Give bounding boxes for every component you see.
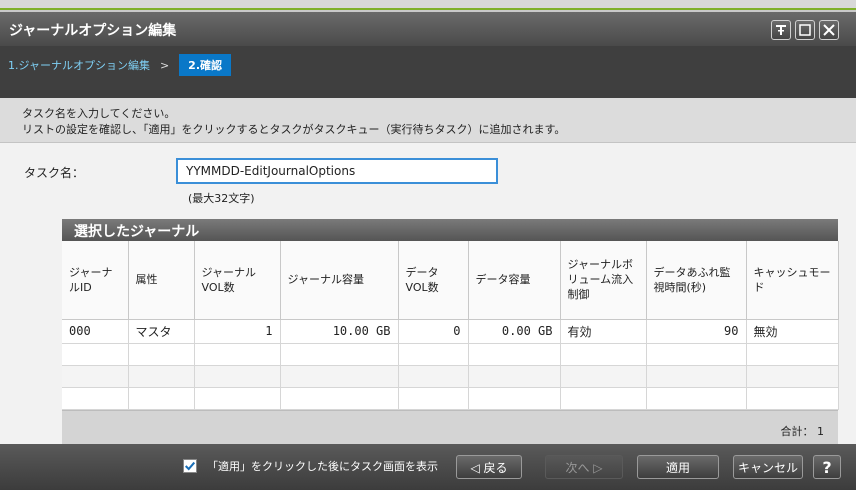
col-header-attribute[interactable]: 属性 bbox=[128, 241, 195, 320]
col-header-journal-id[interactable]: ジャーナルID bbox=[62, 241, 129, 320]
cell-overflow-watch-time: 90 bbox=[646, 319, 747, 344]
cell-attribute: マスタ bbox=[128, 319, 195, 344]
total-count: 合計： 1 bbox=[781, 423, 825, 439]
breadcrumb-separator: > bbox=[159, 58, 170, 72]
pin-icon bbox=[776, 25, 786, 35]
selected-journals-section: 選択したジャーナル ジャーナルID 属性 ジャーナルVOL数 ジャーナル容量 デ… bbox=[62, 219, 839, 450]
col-header-journal-vol-count[interactable]: ジャーナルVOL数 bbox=[194, 241, 281, 320]
cell-journal-vol-count: 1 bbox=[194, 319, 281, 344]
next-button[interactable]: 次へ ▷ bbox=[545, 455, 623, 479]
total-label: 合計： bbox=[780, 424, 814, 438]
table-header-row: ジャーナルID 属性 ジャーナルVOL数 ジャーナル容量 データVOL数 データ… bbox=[62, 241, 839, 320]
instructions: タスク名を入力してください。 リストの設定を確認し、「適用」をクリックするとタス… bbox=[0, 98, 856, 143]
selected-journals-table: ジャーナルID 属性 ジャーナルVOL数 ジャーナル容量 データVOL数 データ… bbox=[62, 241, 839, 410]
col-header-data-vol-count[interactable]: データVOL数 bbox=[398, 241, 469, 320]
cell-journal-id: 000 bbox=[62, 319, 129, 344]
window-title: ジャーナルオプション編集 bbox=[9, 23, 177, 39]
instruction-line-2: リストの設定を確認し、「適用」をクリックするとタスクがタスクキュー（実行待ちタス… bbox=[22, 123, 566, 136]
col-header-overflow-watch-time[interactable]: データあふれ監視時間(秒) bbox=[646, 241, 747, 320]
task-name-hint: (最大32文字) bbox=[188, 192, 255, 205]
cancel-button[interactable]: キャンセル bbox=[733, 455, 803, 479]
title-bar: ジャーナルオプション編集 bbox=[0, 12, 856, 46]
cell-data-capacity: 0.00 GB bbox=[468, 319, 561, 344]
close-icon bbox=[823, 24, 835, 36]
maximize-icon bbox=[799, 24, 811, 36]
empty-row bbox=[62, 343, 839, 366]
empty-row bbox=[62, 387, 839, 410]
breadcrumb: 1.ジャーナルオプション編集 > 2.確認 bbox=[8, 54, 232, 76]
total-value: 1 bbox=[817, 424, 824, 438]
main-panel: タスク名を入力してください。 リストの設定を確認し、「適用」をクリックするとタス… bbox=[0, 98, 856, 450]
col-header-data-capacity[interactable]: データ容量 bbox=[468, 241, 561, 320]
cell-cache-mode: 無効 bbox=[746, 319, 839, 344]
instruction-line-1: タスク名を入力してください。 bbox=[22, 107, 176, 120]
show-task-checkbox-label[interactable]: 「適用」をクリックした後にタスク画面を表示 bbox=[207, 458, 438, 474]
cell-data-vol-count: 0 bbox=[398, 319, 469, 344]
footer-bar: 「適用」をクリックした後にタスク画面を表示 ◁ 戻る 次へ ▷ 適用 キャンセル… bbox=[0, 444, 856, 490]
maximize-button[interactable] bbox=[795, 20, 815, 40]
cell-inflow-control: 有効 bbox=[560, 319, 647, 344]
checkmark-icon bbox=[184, 461, 196, 471]
table-row[interactable]: 000 マスタ 1 10.00 GB 0 0.00 GB 有効 90 無効 bbox=[62, 319, 839, 344]
close-button[interactable] bbox=[819, 20, 839, 40]
section-title: 選択したジャーナル bbox=[62, 219, 838, 241]
apply-button[interactable]: 適用 bbox=[637, 455, 719, 479]
col-header-journal-capacity[interactable]: ジャーナル容量 bbox=[280, 241, 399, 320]
top-strip bbox=[0, 0, 856, 10]
col-header-inflow-control[interactable]: ジャーナルボリューム流入制御 bbox=[560, 241, 647, 320]
task-name-input[interactable] bbox=[176, 158, 498, 184]
wizard-step-2: 2.確認 bbox=[179, 54, 232, 76]
empty-row bbox=[62, 365, 839, 388]
cell-journal-capacity: 10.00 GB bbox=[280, 319, 399, 344]
col-header-cache-mode[interactable]: キャッシュモード bbox=[746, 241, 839, 320]
help-button[interactable]: ? bbox=[813, 455, 841, 479]
wizard-step-1[interactable]: 1.ジャーナルオプション編集 bbox=[8, 57, 150, 73]
wizard-bar: 1.ジャーナルオプション編集 > 2.確認 bbox=[0, 46, 856, 98]
back-button[interactable]: ◁ 戻る bbox=[456, 455, 522, 479]
show-task-checkbox[interactable] bbox=[183, 459, 197, 473]
pin-button[interactable] bbox=[771, 20, 791, 40]
task-name-label: タスク名： bbox=[24, 166, 85, 180]
